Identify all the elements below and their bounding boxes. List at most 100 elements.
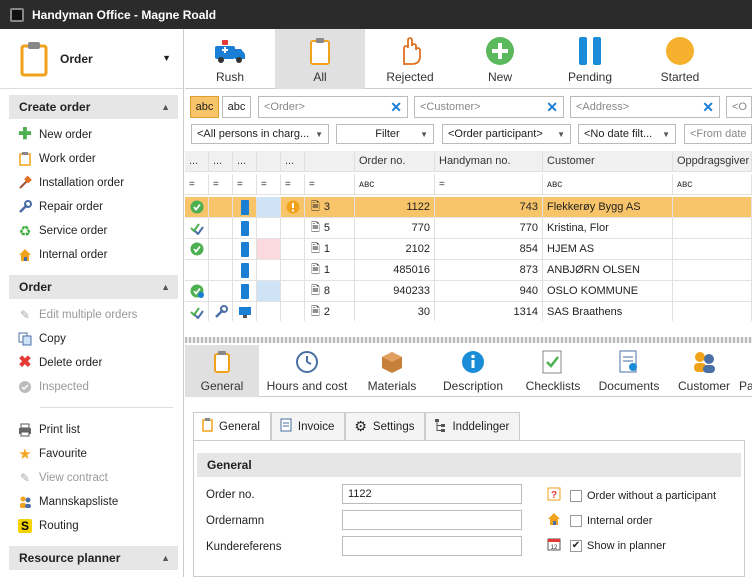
order-search-input[interactable]: <Order> ✕ (258, 96, 408, 118)
persons-select[interactable]: <All persons in charg... ▼ (191, 124, 329, 144)
menu-work-order[interactable]: Work order (0, 147, 183, 171)
table-row[interactable]: 🗎 3 1122 743 Flekkerøy Bygg AS (185, 197, 752, 218)
started-button[interactable]: Started (635, 29, 725, 89)
from-date-input[interactable]: <From date (684, 124, 752, 144)
rush-button[interactable]: Rush (185, 29, 275, 89)
tab-hours-and-cost[interactable]: Hours and cost (259, 345, 355, 397)
col-header[interactable]: ... (185, 151, 209, 172)
menu-installation-order[interactable]: Installation order (0, 171, 183, 195)
tab-general[interactable]: General (185, 345, 259, 397)
customer-cell: OSLO KOMMUNE (543, 281, 673, 302)
col-header-handyman-no[interactable]: Handyman no. (435, 151, 543, 172)
menu-favourite[interactable]: ★ Favourite (0, 442, 183, 466)
handyman-no-cell: 770 (435, 218, 543, 239)
subtab-general[interactable]: General (193, 412, 271, 440)
match-whole-toggle[interactable]: abc (222, 96, 251, 118)
no-participant-checkbox[interactable] (570, 489, 582, 502)
filter-cell[interactable]: ᴀʙc (543, 174, 673, 195)
monitor-icon (233, 302, 257, 321)
orders-grid: ... ... ... ... Order no. Handyman no. C… (185, 151, 752, 321)
filter-cell[interactable]: = (233, 174, 257, 195)
collapse-icon[interactable]: ▲ (161, 282, 170, 292)
tab-checklists[interactable]: Checklists (517, 345, 589, 397)
menu-repair-order[interactable]: Repair order (0, 195, 183, 219)
kundereferens-label: Kundereferens (206, 541, 282, 553)
menu-mannskapsliste[interactable]: Mannskapsliste (0, 490, 183, 514)
address-search-input[interactable]: <Address> ✕ (570, 96, 720, 118)
tab-more[interactable]: Pa (739, 345, 752, 397)
menu-view-contract[interactable]: ✎ View contract (0, 466, 183, 490)
col-header[interactable] (305, 151, 355, 172)
tab-materials[interactable]: Materials (355, 345, 429, 397)
filter-cell[interactable]: ᴀʙc (355, 174, 435, 195)
menu-service-order[interactable]: ♻ Service order (0, 219, 183, 243)
section-create-order[interactable]: Create order ▲ (9, 95, 178, 119)
gear-icon: ⚙ (354, 418, 367, 434)
panel-splitter[interactable] (185, 337, 752, 343)
ordernamn-field[interactable] (342, 510, 522, 530)
menu-edit-multiple[interactable]: ✎ Edit multiple orders (0, 303, 183, 327)
pending-button[interactable]: Pending (545, 29, 635, 89)
table-row[interactable]: 🗎 8 940233 940 OSLO KOMMUNE (185, 281, 752, 302)
col-header-oppdragsgiver[interactable]: Oppdragsgiver (673, 151, 752, 172)
tab-documents[interactable]: Documents (589, 345, 669, 397)
menu-internal-order[interactable]: Internal order (0, 243, 183, 267)
color-cell (257, 260, 281, 281)
menu-new-order[interactable]: ✚ New order (0, 123, 183, 147)
filter-cell[interactable]: = (185, 174, 209, 195)
col-header[interactable] (257, 151, 281, 172)
filter-cell[interactable]: ᴀʙc (673, 174, 752, 195)
col-header[interactable]: ... (281, 151, 305, 172)
filter-cell[interactable]: = (281, 174, 305, 195)
order-no-cell: 940233 (355, 281, 435, 302)
internal-order-checkbox[interactable] (570, 514, 582, 527)
menu-inspected[interactable]: Inspected (0, 375, 183, 399)
collapse-icon[interactable]: ▲ (161, 553, 170, 563)
table-row[interactable]: 🗎 5 770 770 Kristina, Flor (185, 218, 752, 239)
customer-search-input[interactable]: <Customer> ✕ (414, 96, 564, 118)
tab-customer[interactable]: Customer (669, 345, 739, 397)
module-selector[interactable]: Order ▼ (0, 29, 183, 89)
rejected-button[interactable]: Rejected (365, 29, 455, 89)
participant-select[interactable]: <Order participant> ▼ (442, 124, 571, 144)
table-row[interactable]: 🗎 1 485016 873 ANBJØRN OLSEN (185, 260, 752, 281)
kundereferens-field[interactable] (342, 536, 522, 556)
col-header[interactable]: ... (209, 151, 233, 172)
order-no-field[interactable]: 1122 (342, 484, 522, 504)
filter-cell[interactable]: = (257, 174, 281, 195)
title-bar: Handyman Office - Magne Roald (0, 0, 752, 29)
extra-search-input[interactable]: <O (726, 96, 752, 118)
clear-icon[interactable]: ✕ (546, 100, 558, 114)
show-in-planner-checkbox[interactable]: ✔ (570, 539, 582, 552)
section-resource-planner[interactable]: Resource planner ▲ (9, 546, 178, 570)
filter-cell[interactable]: = (435, 174, 543, 195)
filter-cell[interactable]: = (305, 174, 355, 195)
section-order[interactable]: Order ▲ (9, 275, 178, 299)
date-filter-select[interactable]: <No date filt... ▼ (578, 124, 676, 144)
filter-select[interactable]: Filter ▼ (336, 124, 434, 144)
subtab-inddelinger[interactable]: Inddelinger (425, 412, 521, 440)
col-header-customer[interactable]: Customer (543, 151, 673, 172)
all-button[interactable]: All (275, 29, 365, 89)
clear-icon[interactable]: ✕ (390, 100, 402, 114)
menu-copy[interactable]: Copy (0, 327, 183, 351)
filter-cell[interactable]: = (209, 174, 233, 195)
table-row[interactable]: 🗎 1 2102 854 HJEM AS (185, 239, 752, 260)
subtab-settings[interactable]: ⚙ Settings (345, 412, 426, 440)
menu-routing[interactable]: S Routing (0, 514, 183, 538)
subtab-invoice[interactable]: Invoice (270, 412, 346, 440)
table-row[interactable]: 🗎 2 30 1314 SAS Braathens (185, 302, 752, 321)
double-check-icon (185, 218, 209, 239)
col-header[interactable]: ... (233, 151, 257, 172)
svg-text:12: 12 (551, 545, 558, 551)
menu-delete-order[interactable]: ✖ Delete order (0, 351, 183, 375)
match-case-toggle[interactable]: abc (190, 96, 219, 118)
new-button[interactable]: New (455, 29, 545, 89)
collapse-icon[interactable]: ▲ (161, 102, 170, 112)
menu-print-list[interactable]: Print list (0, 418, 183, 442)
tab-description[interactable]: Description (429, 345, 517, 397)
clear-icon[interactable]: ✕ (702, 100, 714, 114)
chevron-down-icon[interactable]: ▼ (162, 53, 171, 63)
clipboard-icon (214, 348, 230, 376)
col-header-order-no[interactable]: Order no. (355, 151, 435, 172)
